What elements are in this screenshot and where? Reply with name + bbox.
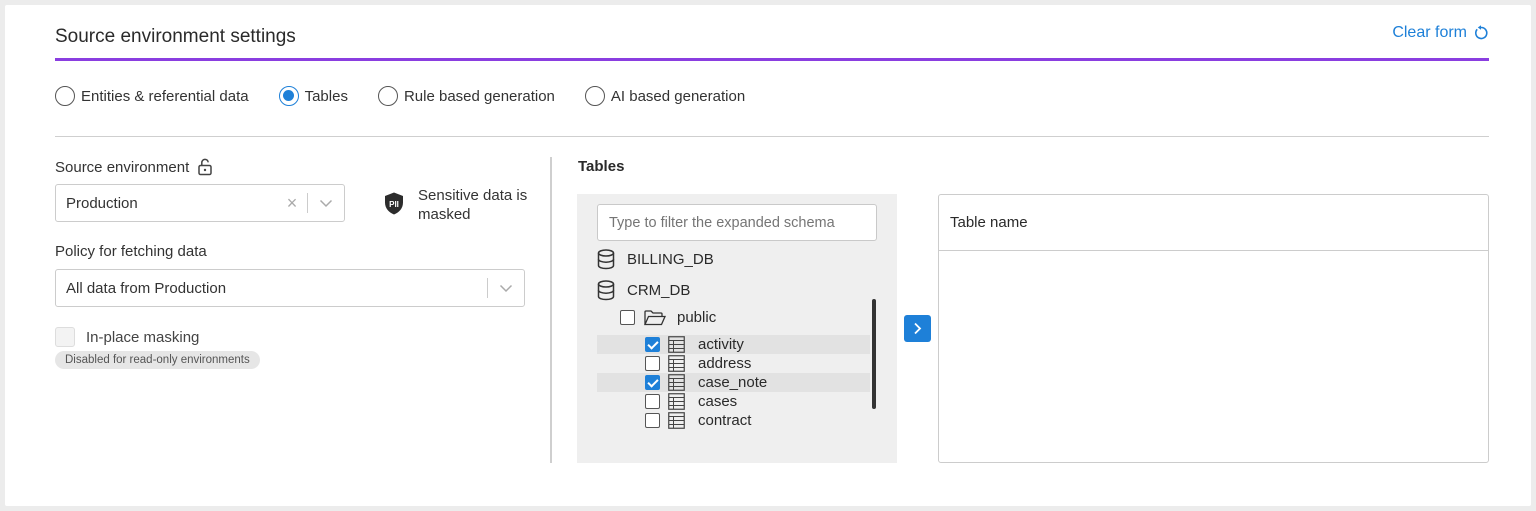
schema-row-public[interactable]: public — [597, 308, 870, 327]
db-item-label: CRM_DB — [627, 282, 691, 299]
schema-checkbox[interactable] — [620, 310, 635, 325]
table-row[interactable]: case_note — [597, 373, 870, 392]
tree-scrollbar[interactable] — [872, 299, 876, 409]
move-right-button[interactable] — [904, 315, 931, 342]
sensitive-data-text: Sensitive data is masked — [418, 187, 528, 223]
selected-tables-panel: Table name — [938, 194, 1489, 463]
radio-tables-control[interactable] — [278, 86, 299, 106]
table-row[interactable]: cases — [597, 392, 870, 411]
database-icon — [597, 280, 615, 301]
radio-ai-based[interactable]: AI based generation — [584, 86, 746, 106]
radio-tables[interactable]: Tables — [278, 86, 348, 106]
table-name: case_note — [698, 374, 768, 391]
table-row[interactable]: address — [597, 354, 870, 373]
radio-entities[interactable]: Entities & referential data — [55, 86, 249, 106]
table-icon — [668, 336, 685, 353]
radio-rule-based[interactable]: Rule based generation — [377, 86, 555, 106]
inplace-masking-checkbox — [55, 327, 75, 347]
table-name: cases — [698, 393, 738, 410]
table-icon — [668, 355, 685, 372]
policy-select[interactable]: All data from Production — [55, 269, 525, 307]
unlock-icon — [198, 158, 212, 176]
chevron-down-icon[interactable] — [308, 199, 344, 208]
policy-label: Policy for fetching data — [55, 243, 207, 260]
radio-ai-based-control[interactable] — [584, 86, 605, 106]
table-checkbox[interactable] — [645, 356, 660, 371]
policy-value: All data from Production — [66, 279, 227, 297]
table-name: activity — [698, 336, 744, 353]
source-env-select[interactable]: Production × — [55, 184, 345, 222]
table-row[interactable]: contract — [597, 411, 870, 430]
table-name-header: Table name — [939, 195, 1488, 251]
sensitive-data-notice: PII Sensitive data is masked — [384, 186, 538, 224]
db-item-crm[interactable]: CRM_DB — [597, 280, 690, 301]
schema-filter-input[interactable] — [597, 204, 877, 241]
db-item-billing[interactable]: BILLING_DB — [597, 249, 714, 270]
column-divider — [550, 157, 552, 463]
pii-shield-icon: PII — [385, 192, 403, 215]
page-title: Source environment settings — [55, 26, 296, 47]
inplace-masking-label: In-place masking — [86, 329, 200, 346]
radio-rule-based-label: Rule based generation — [403, 87, 555, 105]
clear-select-icon[interactable]: × — [277, 193, 307, 214]
clear-form-button[interactable]: Clear form — [1392, 24, 1489, 42]
chevron-right-icon — [914, 322, 922, 335]
source-env-value: Production — [66, 194, 138, 212]
table-checkbox[interactable] — [645, 394, 660, 409]
source-env-label-row: Source environment — [55, 158, 213, 176]
table-checkbox[interactable] — [645, 375, 660, 390]
schema-tree: BILLING_DB CRM_DB public activity addr — [577, 194, 897, 463]
generation-mode-group: Entities & referential data Tables Rule … — [55, 86, 775, 106]
table-name: address — [698, 355, 752, 372]
inplace-masking-note: Disabled for read-only environments — [55, 351, 260, 369]
table-row[interactable]: activity — [597, 335, 870, 354]
database-icon — [597, 249, 615, 270]
clear-form-label: Clear form — [1392, 24, 1467, 41]
pii-badge-text: PII — [389, 200, 399, 209]
db-item-label: BILLING_DB — [627, 251, 714, 268]
tables-title: Tables — [578, 158, 625, 175]
folder-open-icon — [644, 309, 666, 325]
table-name: contract — [698, 412, 752, 429]
radio-tables-label: Tables — [304, 87, 348, 105]
schema-label: public — [677, 309, 717, 326]
source-env-label: Source environment — [55, 158, 190, 176]
section-divider — [55, 136, 1489, 137]
table-checkbox[interactable] — [645, 337, 660, 352]
reset-icon — [1474, 25, 1488, 40]
table-icon — [668, 374, 685, 391]
chevron-down-icon[interactable] — [488, 284, 524, 293]
radio-ai-based-label: AI based generation — [610, 87, 746, 105]
radio-rule-based-control[interactable] — [377, 86, 398, 106]
radio-entities-label: Entities & referential data — [81, 87, 249, 105]
table-checkbox[interactable] — [645, 413, 660, 428]
radio-entities-control[interactable] — [55, 86, 75, 106]
table-icon — [668, 412, 685, 429]
section-header: Source environment settings Clear form — [55, 0, 1489, 61]
table-icon — [668, 393, 685, 410]
